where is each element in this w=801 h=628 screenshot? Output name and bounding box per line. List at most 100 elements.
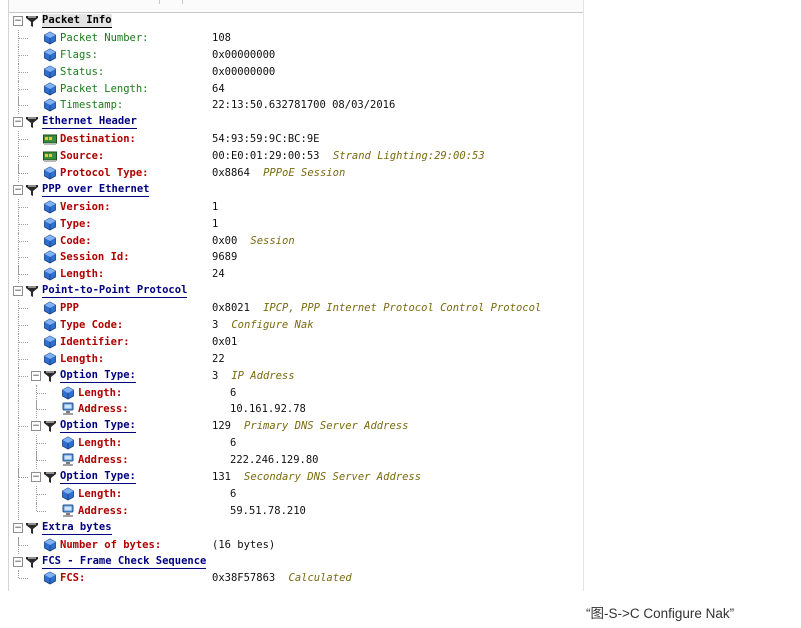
field-value: 0x01 <box>212 335 238 348</box>
tree-row[interactable]: Protocol Type: 0x8864 PPPoE Session <box>9 165 583 182</box>
field-description: IP Address <box>231 369 295 382</box>
cube-icon <box>43 166 57 180</box>
field-value: 3 <box>212 319 219 332</box>
tree-guide-line <box>18 384 19 402</box>
tree-row[interactable]: Identifier: 0x01 <box>9 333 583 351</box>
tree-row[interactable]: Flags: 0x00000000 <box>9 46 583 64</box>
cube-icon <box>43 318 57 332</box>
tree-connector <box>19 375 28 377</box>
tree-connector <box>19 257 28 259</box>
tree-guide-line <box>18 97 19 106</box>
collapse-toggle-icon[interactable]: − <box>13 522 23 533</box>
collapse-toggle-icon[interactable]: − <box>13 556 23 567</box>
tree-connector <box>19 274 28 276</box>
packet-decode-tree: − Packet Info Packet Number: 108 Flags: 0x000… <box>8 0 584 591</box>
field-label: Flags: <box>60 48 98 61</box>
tree-row[interactable]: − Option Type: 3 IP Address <box>9 367 583 385</box>
tree-row[interactable]: Type Code: 3 Configure Nak <box>9 317 583 334</box>
tree-row[interactable]: Destination: 54:93:59:9C:BC:9E <box>9 131 583 149</box>
filter-icon <box>43 470 57 484</box>
tree-row[interactable]: − FCS - Frame Check Sequence <box>9 554 583 571</box>
tree-row[interactable]: − PPP over Ethernet <box>9 182 583 199</box>
field-description: Session <box>250 234 295 247</box>
field-label: Timestamp: <box>60 99 124 112</box>
tree-row[interactable]: Type: 1 <box>9 215 583 233</box>
tree-row[interactable]: Code: 0x00 Session <box>9 232 583 250</box>
collapse-toggle-icon[interactable]: − <box>31 421 41 432</box>
address-icon <box>61 402 75 416</box>
tree-row[interactable]: Session Id: 9689 <box>9 249 583 267</box>
field-value: 24 <box>212 268 225 281</box>
collapse-toggle-icon[interactable]: − <box>13 16 23 26</box>
cube-icon <box>43 31 57 45</box>
network-card-icon <box>43 132 57 146</box>
tree-connector <box>19 477 28 479</box>
tree-row[interactable]: − Option Type: 129 Primary DNS Server Addre… <box>9 418 583 436</box>
tree-guide-line <box>18 452 19 470</box>
tree-connector <box>19 240 28 242</box>
field-label: Packet Number: <box>60 31 149 44</box>
network-card-icon <box>43 149 57 163</box>
field-label: Destination: <box>60 133 136 146</box>
cube-icon <box>43 267 57 281</box>
tree-row[interactable]: Number of bytes: (16 bytes) <box>9 536 583 554</box>
tree-row[interactable]: Address: 10.161.92.78 <box>9 401 583 419</box>
section-header-label: Option Type: <box>60 470 136 485</box>
tree-row[interactable]: Version: 1 <box>9 198 583 216</box>
tree-row[interactable]: − Point-to-Point Protocol <box>9 283 583 300</box>
tree-row[interactable]: FCS: 0x38F57863 Calculated <box>9 570 583 587</box>
collapse-toggle-icon[interactable]: − <box>13 117 23 128</box>
tree-row[interactable]: Address: 59.51.78.210 <box>9 502 583 520</box>
tree-row[interactable]: Length: 6 <box>9 435 583 453</box>
field-value: 131 <box>212 471 231 484</box>
field-description: Primary DNS Server Address <box>244 420 409 433</box>
field-label: Version: <box>60 200 111 213</box>
filter-icon <box>25 555 39 569</box>
cube-icon <box>43 571 57 585</box>
field-label: Number of bytes: <box>60 538 162 551</box>
field-value: 0x38F57863 <box>212 572 276 585</box>
tree-guide-line <box>18 469 19 478</box>
tree-connector <box>19 358 28 360</box>
tree-row[interactable]: Length: 24 <box>9 266 583 284</box>
tree-row[interactable]: Address: 222.246.129.80 <box>9 452 583 470</box>
field-label: Packet Length: <box>60 82 149 95</box>
collapse-toggle-icon[interactable]: − <box>31 370 41 381</box>
tree-connector <box>19 578 28 580</box>
tree-connector <box>37 510 46 512</box>
tree-row[interactable]: − Ethernet Header <box>9 114 583 131</box>
tree-guide-line <box>18 502 19 520</box>
tree-row[interactable]: Length: 6 <box>9 384 583 402</box>
tree-row[interactable]: Source: 00:E0:01:29:00:53 Strand Lighting:… <box>9 148 583 166</box>
tree-row[interactable]: PPP 0x8021 IPCP, PPP Internet Protocol Con… <box>9 300 583 318</box>
tree-row[interactable]: Packet Length: 64 <box>9 80 583 98</box>
cube-icon <box>43 250 57 264</box>
tree-connector <box>19 206 28 208</box>
tree-row[interactable]: Timestamp: 22:13:50.632781700 08/03/2016 <box>9 97 583 115</box>
tree-row[interactable]: Packet Number: 108 <box>9 29 583 47</box>
tree-connector <box>19 105 28 107</box>
field-value: 0x00000000 <box>212 48 276 61</box>
tree-connector <box>19 139 28 141</box>
collapse-toggle-icon[interactable]: − <box>13 286 23 297</box>
tree-row[interactable]: Status: 0x00000000 <box>9 63 583 81</box>
collapse-toggle-icon[interactable]: − <box>13 184 23 195</box>
field-label: Address: <box>78 504 129 517</box>
tree-row[interactable]: Length: 6 <box>9 485 583 503</box>
tree-row[interactable]: − Extra bytes <box>9 520 583 537</box>
field-value: 1 <box>212 200 219 213</box>
field-label: Status: <box>60 65 105 78</box>
cube-icon <box>43 335 57 349</box>
field-label: Protocol Type: <box>60 167 149 180</box>
tree-row[interactable]: Length: 22 <box>9 350 583 368</box>
tree-connector <box>19 223 28 225</box>
tree-row[interactable]: − Option Type: 131 Secondary DNS Server Add… <box>9 469 583 486</box>
field-description: Secondary DNS Server Address <box>244 471 422 484</box>
tree-connector <box>19 308 28 310</box>
collapse-toggle-icon[interactable]: − <box>31 472 41 483</box>
tree-row[interactable]: − Packet Info <box>9 13 583 30</box>
section-header-label: Packet Info <box>42 14 112 28</box>
filter-icon <box>43 419 57 433</box>
filter-icon <box>25 115 39 129</box>
tree-guide-line <box>18 536 19 545</box>
